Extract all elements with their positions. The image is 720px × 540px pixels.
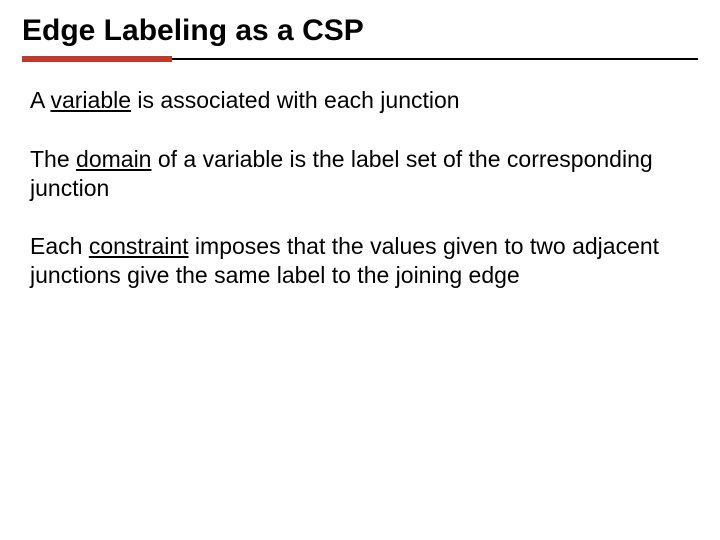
text: Each [30,233,89,259]
rule-accent [22,56,172,62]
keyword-variable: variable [50,87,131,113]
slide: Edge Labeling as a CSP A variable is ass… [0,0,720,540]
keyword-domain: domain [76,146,151,172]
paragraph-domain: The domain of a variable is the label se… [30,145,678,203]
paragraph-variable: A variable is associated with each junct… [30,86,678,115]
text: A [30,87,50,113]
slide-title: Edge Labeling as a CSP [22,14,698,48]
title-rule [22,56,698,62]
keyword-constraint: constraint [89,233,189,259]
paragraph-constraint: Each constraint imposes that the values … [30,232,678,290]
text: is associated with each junction [131,87,460,113]
slide-body: A variable is associated with each junct… [22,86,698,290]
text: The [30,146,76,172]
